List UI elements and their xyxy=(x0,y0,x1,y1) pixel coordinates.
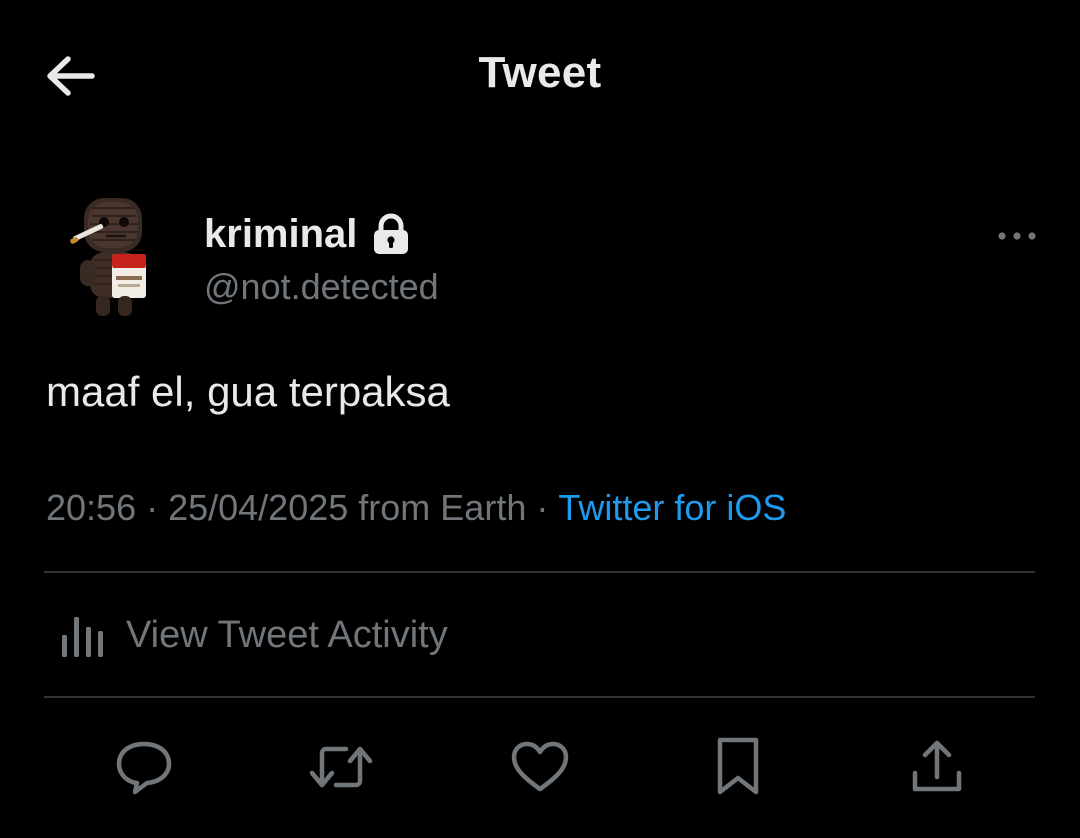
heart-icon xyxy=(511,741,569,792)
tweet-source-link[interactable]: Twitter for iOS xyxy=(558,487,786,528)
knitted-doll-avatar-icon xyxy=(70,198,146,316)
display-name[interactable]: kriminal xyxy=(204,212,357,257)
tweet-text: maaf el, gua terpaksa xyxy=(46,368,450,415)
retweet-button[interactable] xyxy=(306,732,376,802)
retweet-icon xyxy=(309,746,373,788)
top-bar: Tweet xyxy=(0,0,1080,150)
share-button[interactable] xyxy=(902,732,972,802)
tweet-meta: 20:56 · 25/04/2025 from Earth · Twitter for … xyxy=(46,487,786,529)
reply-bubble-icon xyxy=(116,741,172,795)
bookmark-button[interactable] xyxy=(703,732,773,802)
tweet-date: 25/04/2025 xyxy=(168,487,349,528)
meta-separator: · xyxy=(536,487,549,528)
user-handle[interactable]: @not.detected xyxy=(204,266,439,308)
view-tweet-activity-button[interactable]: View Tweet Activity xyxy=(44,600,1035,670)
bookmark-icon xyxy=(717,737,759,795)
more-dots-icon xyxy=(998,232,1036,240)
divider xyxy=(44,696,1035,698)
share-icon xyxy=(912,740,962,792)
more-options-button[interactable] xyxy=(992,216,1042,256)
activity-label: View Tweet Activity xyxy=(126,613,448,656)
tweet-time: 20:56 xyxy=(46,487,137,528)
reply-button[interactable] xyxy=(109,732,179,802)
author-name-row[interactable]: kriminal xyxy=(204,208,411,260)
bar-chart-icon xyxy=(52,605,112,665)
avatar[interactable] xyxy=(56,192,176,322)
like-button[interactable] xyxy=(505,732,575,802)
page-title: Tweet xyxy=(478,48,602,97)
lock-icon xyxy=(371,212,411,256)
tweet-location: from Earth xyxy=(358,487,527,528)
meta-separator: · xyxy=(146,487,159,528)
divider xyxy=(44,571,1035,573)
